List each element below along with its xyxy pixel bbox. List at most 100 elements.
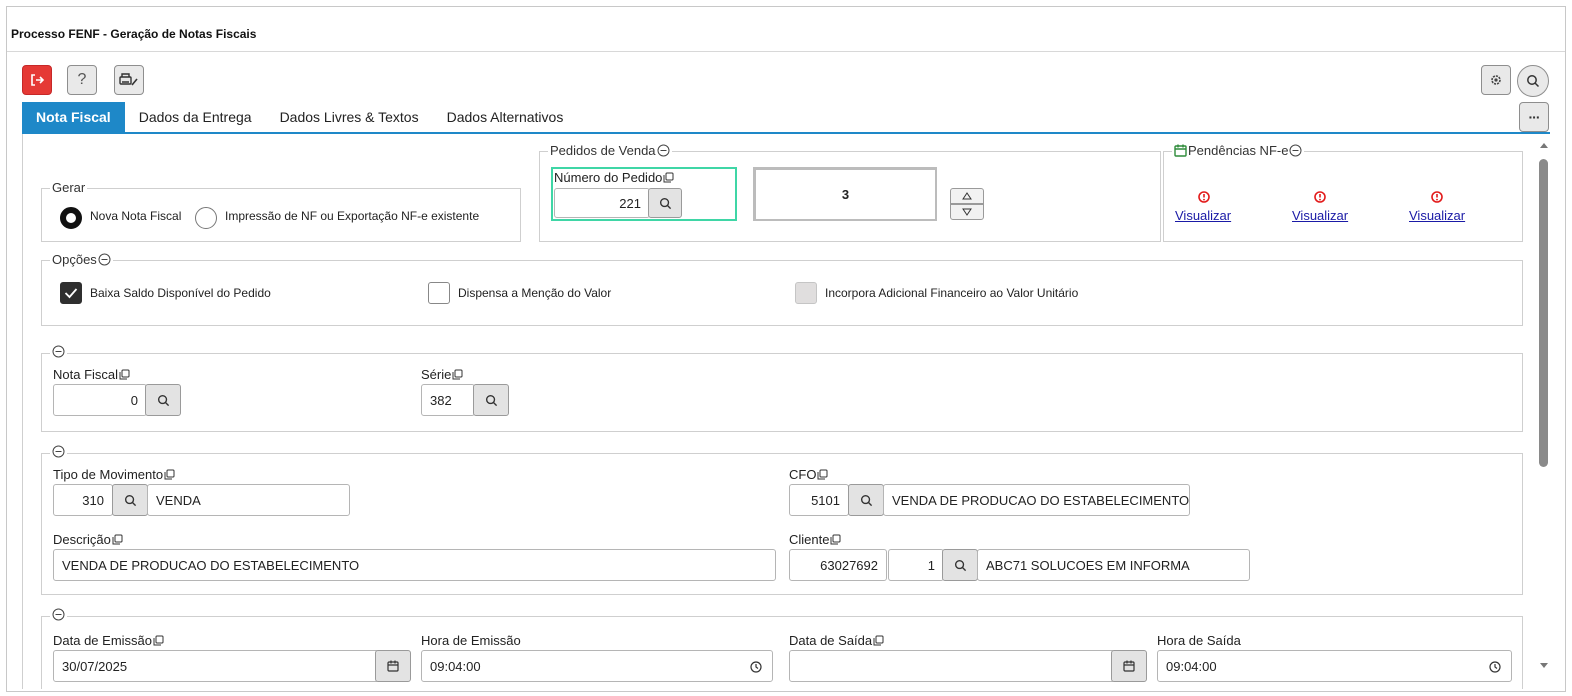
search-icon (860, 494, 872, 506)
gear-icon (1491, 75, 1501, 85)
data-emissao-input[interactable]: 30/07/2025 (53, 650, 379, 682)
tab-dados-entrega[interactable]: Dados da Entrega (125, 102, 266, 132)
hora-emissao-label: Hora de Emissão (421, 633, 521, 648)
numero-pedido-label: Número do Pedido (554, 170, 674, 185)
tipo-movimento-search-button[interactable] (112, 484, 148, 516)
datas-legend (50, 608, 67, 621)
data-saida-input[interactable] (789, 650, 1115, 682)
hora-emissao-value: 09:04:00 (430, 658, 481, 674)
copy-icon[interactable] (873, 635, 884, 646)
collapse-icon[interactable] (98, 253, 111, 266)
tipo-movimento-label-text: Tipo de Movimento (53, 467, 164, 482)
radio-impressao[interactable] (195, 207, 217, 229)
hora-saida-value: 09:04:00 (1166, 658, 1217, 674)
serie-label: Série (421, 367, 463, 382)
nota-fiscal-label-text: Nota Fiscal (53, 367, 119, 382)
checkbox-incorpora-adicional (795, 282, 817, 304)
data-emissao-calendar-button[interactable] (375, 650, 411, 682)
numero-pedido-search-button[interactable] (648, 188, 682, 218)
serie-search-button[interactable] (473, 384, 509, 416)
clock-icon[interactable] (1489, 661, 1501, 673)
hora-emissao-input[interactable]: 09:04:00 (421, 650, 773, 682)
pendencias-group: Pendências NF-e Visualizar Visualizar Vi… (1163, 143, 1523, 242)
cliente-search-button[interactable] (942, 549, 978, 581)
collapse-icon[interactable] (52, 345, 65, 358)
data-saida-label: Data de Saída (789, 633, 884, 648)
checkbox-dispensa-mencao-label: Dispensa a Menção do Valor (458, 286, 612, 300)
opcoes-legend-text: Opções (52, 252, 97, 267)
opcoes-group: Opções Baixa Saldo Disponível do Pedido … (41, 252, 1523, 326)
serie-label-text: Série (421, 367, 452, 382)
hora-saida-label: Hora de Saída (1157, 633, 1241, 648)
hora-saida-input[interactable]: 09:04:00 (1157, 650, 1512, 682)
radio-impressao-label: Impressão de NF ou Exportação NF-e exist… (225, 209, 480, 223)
gerar-group: Gerar Nova Nota Fiscal Impressão de NF o… (41, 180, 521, 242)
clock-icon[interactable] (750, 661, 762, 673)
tab-nota-fiscal[interactable]: Nota Fiscal (22, 102, 125, 132)
descricao-input[interactable]: VENDA DE PRODUCAO DO ESTABELECIMENTO (53, 549, 776, 581)
print-button[interactable] (114, 65, 144, 95)
radio-nova-nota[interactable] (60, 207, 82, 229)
more-options-button[interactable]: ··· (1519, 102, 1549, 132)
pedidos-legend-text: Pedidos de Venda (550, 143, 656, 158)
global-search-button[interactable] (1517, 65, 1549, 97)
copy-icon[interactable] (663, 172, 674, 183)
cliente-code-input[interactable]: 63027692 (789, 549, 887, 581)
descricao-label-text: Descrição (53, 532, 111, 547)
triangle-down-icon (962, 208, 972, 216)
cfo-search-button[interactable] (848, 484, 884, 516)
cfo-label: CFO (789, 467, 828, 482)
data-saida-label-text: Data de Saída (789, 633, 873, 648)
visualizar-link-3[interactable]: Visualizar (1409, 208, 1465, 223)
collapse-icon[interactable] (657, 144, 670, 157)
collapse-icon[interactable] (1289, 144, 1302, 157)
opcoes-legend: Opções (50, 252, 113, 267)
cliente-label-text: Cliente (789, 532, 830, 547)
copy-icon[interactable] (112, 534, 123, 545)
visualizar-link-1[interactable]: Visualizar (1175, 208, 1231, 223)
exit-button[interactable] (22, 65, 52, 95)
settings-button[interactable] (1481, 65, 1511, 95)
warning-icon (1198, 191, 1210, 203)
form-content: Gerar Nova Nota Fiscal Impressão de NF o… (22, 134, 1550, 689)
data-emissao-label: Data de Emissão (53, 633, 164, 648)
tipo-movimento-code-input[interactable]: 310 (53, 484, 113, 516)
copy-icon[interactable] (830, 534, 841, 545)
copy-icon[interactable] (119, 369, 130, 380)
copy-icon[interactable] (164, 469, 175, 480)
cfo-code-input[interactable]: 5101 (789, 484, 849, 516)
increment-button[interactable] (950, 188, 984, 204)
search-icon (1527, 75, 1540, 88)
decrement-button[interactable] (950, 204, 984, 220)
cliente-seq-input[interactable]: 1 (888, 549, 944, 581)
calendar-icon (1174, 144, 1187, 157)
window-title: Processo FENF - Geração de Notas Fiscais (11, 27, 257, 41)
copy-icon[interactable] (452, 369, 463, 380)
movimento-legend (50, 445, 67, 458)
checkbox-baixa-saldo[interactable] (60, 282, 82, 304)
nota-fiscal-input[interactable]: 0 (53, 384, 147, 416)
calendar-icon (387, 660, 399, 672)
tab-dados-alternativos[interactable]: Dados Alternativos (433, 102, 578, 132)
nota-fiscal-search-button[interactable] (145, 384, 181, 416)
pendencias-legend: Pendências NF-e (1172, 143, 1305, 158)
tipo-movimento-label: Tipo de Movimento (53, 467, 175, 482)
serie-input[interactable]: 382 (421, 384, 475, 416)
process-window: Processo FENF - Geração de Notas Fiscais… (6, 6, 1566, 692)
visualizar-link-2[interactable]: Visualizar (1292, 208, 1348, 223)
cliente-name-field: ABC71 SOLUCOES EM INFORMA (977, 549, 1250, 581)
copy-icon[interactable] (817, 469, 828, 480)
cfo-desc-field: VENDA DE PRODUCAO DO ESTABELECIMENTO (883, 484, 1190, 516)
collapse-icon[interactable] (52, 608, 65, 621)
collapse-icon[interactable] (52, 445, 65, 458)
copy-icon[interactable] (153, 635, 164, 646)
tab-dados-livres[interactable]: Dados Livres & Textos (266, 102, 433, 132)
help-button[interactable]: ? (67, 65, 97, 95)
numero-pedido-input[interactable]: 221 (554, 188, 650, 218)
data-saida-calendar-button[interactable] (1111, 650, 1147, 682)
checkbox-dispensa-mencao[interactable] (428, 282, 450, 304)
cliente-label: Cliente (789, 532, 841, 547)
checkmark-icon (64, 288, 78, 299)
data-emissao-label-text: Data de Emissão (53, 633, 152, 648)
title-divider (7, 51, 1565, 52)
